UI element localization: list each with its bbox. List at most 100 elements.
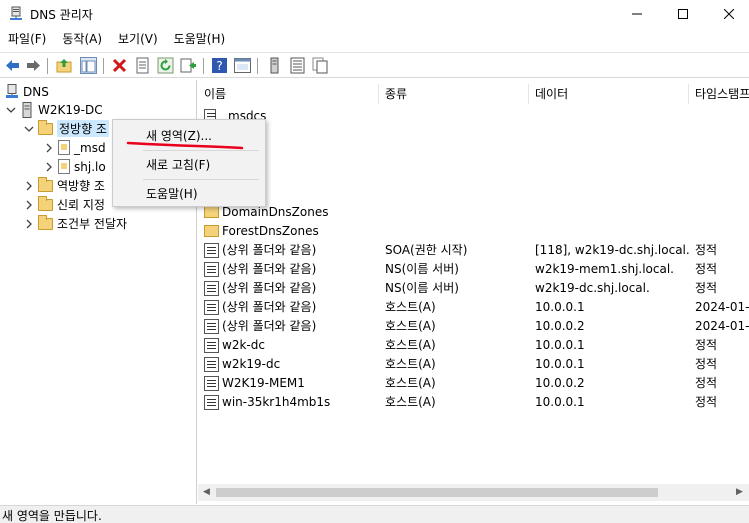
record-type: SOA(권한 시작) xyxy=(385,243,468,257)
server-icon[interactable] xyxy=(266,57,283,74)
svg-text:?: ? xyxy=(216,59,222,73)
list-item[interactable]: DomainDnsZones xyxy=(202,203,749,222)
list-item[interactable]: W2K19-MEM1 호스트(A) 10.0.0.2 정적 xyxy=(202,374,749,393)
tree-item-conditional-forwarders[interactable]: 조건부 전달자 xyxy=(24,214,127,233)
minimize-button[interactable] xyxy=(614,0,660,28)
list-item[interactable]: (상위 폴더와 같음) SOA(권한 시작) [118], w2k19-dc.s… xyxy=(202,241,749,260)
chevron-right-icon[interactable] xyxy=(24,200,34,210)
list-header: 이름 종류 데이터 타임스탬프 xyxy=(198,84,749,104)
record-type: NS(이름 서버) xyxy=(385,281,459,295)
maximize-button[interactable] xyxy=(660,0,706,28)
chevron-down-icon[interactable] xyxy=(6,105,16,115)
properties-icon[interactable] xyxy=(134,57,151,74)
record-name: (상위 폴더와 같음) xyxy=(222,281,317,295)
list-item[interactable]: w2k-dc 호스트(A) 10.0.0.1 정적 xyxy=(202,336,749,355)
folder-icon xyxy=(38,195,53,211)
refresh-icon[interactable] xyxy=(157,57,174,74)
record-list-icon[interactable] xyxy=(289,57,306,74)
record-type: 호스트(A) xyxy=(385,376,436,390)
list-item[interactable]: (상위 폴더와 같음) NS(이름 서버) w2k19-dc.shj.local… xyxy=(202,279,749,298)
record-data: w2k19-dc.shj.local. xyxy=(535,281,650,295)
scroll-right-icon[interactable]: ▶ xyxy=(736,487,743,497)
back-arrow-icon[interactable] xyxy=(4,57,21,74)
tree-item-trust-points[interactable]: 신뢰 지정 xyxy=(24,195,105,214)
close-button[interactable] xyxy=(706,0,749,28)
record-name: w2k19-dc xyxy=(222,357,281,371)
context-menu-refresh[interactable]: 새로 고침(F) xyxy=(146,156,210,173)
record-name: win-35kr1h4mb1s xyxy=(222,395,331,409)
menu-help[interactable]: 도움말(H) xyxy=(166,29,234,49)
zone-file-icon xyxy=(58,140,70,155)
record-name: (상위 폴더와 같음) xyxy=(222,319,317,333)
menu-file[interactable]: 파일(F) xyxy=(0,29,54,49)
console-view-icon[interactable] xyxy=(234,57,251,74)
dns-root-icon xyxy=(6,84,18,98)
tree-item-shj-zone[interactable]: shj.lo xyxy=(44,157,106,176)
copy-records-icon[interactable] xyxy=(312,57,329,74)
menu-action[interactable]: 동작(A) xyxy=(54,29,110,49)
chevron-right-icon[interactable] xyxy=(24,219,34,229)
record-icon xyxy=(204,243,219,258)
close-icon xyxy=(724,9,734,19)
list-item[interactable]: (상위 폴더와 같음) NS(이름 서버) w2k19-mem1.shj.loc… xyxy=(202,260,749,279)
record-timestamp: 정적 xyxy=(695,243,718,257)
title-bar: DNS 관리자 xyxy=(0,0,749,28)
record-timestamp: 정적 xyxy=(695,376,718,390)
horizontal-scrollbar[interactable]: ◀ ▶ xyxy=(198,484,749,501)
tree-item-dns[interactable]: DNS xyxy=(5,82,49,101)
tree-item-reverse-lookup-zones[interactable]: 역방향 조 xyxy=(24,176,105,195)
folder-icon xyxy=(204,206,219,218)
record-type: 호스트(A) xyxy=(385,319,436,333)
window-title: DNS 관리자 xyxy=(30,8,93,22)
record-icon xyxy=(204,395,219,410)
chevron-right-icon[interactable] xyxy=(44,162,54,172)
records-list-view: 이름 종류 데이터 타임스탬프 _msdcs DomainDnsZones Fo… xyxy=(198,80,749,504)
record-type: 호스트(A) xyxy=(385,300,436,314)
tree-item-msdcs-zone[interactable]: _msd xyxy=(44,138,106,157)
delete-icon[interactable] xyxy=(111,57,128,74)
up-folder-icon[interactable] xyxy=(56,57,73,74)
column-header-name[interactable]: 이름 xyxy=(198,84,379,104)
chevron-right-icon[interactable] xyxy=(44,143,54,153)
record-icon xyxy=(204,357,219,372)
record-data: 10.0.0.1 xyxy=(535,300,585,314)
chevron-right-icon[interactable] xyxy=(24,181,34,191)
context-menu-help[interactable]: 도움말(H) xyxy=(146,185,198,202)
record-type: 호스트(A) xyxy=(385,357,436,371)
list-item[interactable]: (상위 폴더와 같음) 호스트(A) 10.0.0.2 2024-01- xyxy=(202,317,749,336)
list-item[interactable]: _msdcs xyxy=(202,107,749,126)
tree-item-server[interactable]: W2K19-DC xyxy=(6,100,103,119)
scroll-left-icon[interactable]: ◀ xyxy=(203,487,210,497)
column-header-data[interactable]: 데이터 xyxy=(529,84,689,104)
show-hide-console-tree-icon[interactable] xyxy=(80,57,97,74)
dns-app-icon xyxy=(10,6,22,20)
record-type: 호스트(A) xyxy=(385,395,436,409)
list-item[interactable]: w2k19-dc 호스트(A) 10.0.0.1 정적 xyxy=(202,355,749,374)
minimize-icon xyxy=(632,13,642,15)
tree-item-forward-lookup-zones[interactable]: 정방향 조 xyxy=(24,119,109,138)
column-header-timestamp[interactable]: 타임스탬프 xyxy=(689,84,749,104)
record-timestamp: 2024-01- xyxy=(695,319,749,333)
help-icon[interactable]: ? xyxy=(211,57,228,74)
chevron-down-icon[interactable] xyxy=(24,124,34,134)
status-text: 새 영역을 만듭니다. xyxy=(2,509,102,523)
menu-view[interactable]: 보기(V) xyxy=(110,29,166,49)
forward-arrow-icon[interactable] xyxy=(25,57,42,74)
record-timestamp: 정적 xyxy=(695,395,718,409)
scrollbar-thumb[interactable] xyxy=(216,488,658,497)
list-item[interactable]: win-35kr1h4mb1s 호스트(A) 10.0.0.1 정적 xyxy=(202,393,749,412)
list-item[interactable]: (상위 폴더와 같음) 호스트(A) 10.0.0.1 2024-01- xyxy=(202,298,749,317)
record-timestamp: 정적 xyxy=(695,281,718,295)
column-header-type[interactable]: 종류 xyxy=(379,84,529,104)
record-name: w2k-dc xyxy=(222,338,265,352)
toolbar-separator xyxy=(103,58,104,74)
menu-bar: 파일(F) 동작(A) 보기(V) 도움말(H) xyxy=(0,29,749,49)
export-list-icon[interactable] xyxy=(180,57,197,74)
list-item[interactable]: ForestDnsZones xyxy=(202,222,749,241)
record-type: 호스트(A) xyxy=(385,338,436,352)
toolbar-separator xyxy=(257,58,258,74)
folder-icon xyxy=(38,176,53,192)
folder-icon xyxy=(38,119,53,135)
record-data: 10.0.0.1 xyxy=(535,357,585,371)
record-data: [118], w2k19-dc.shj.local.... xyxy=(535,243,691,257)
